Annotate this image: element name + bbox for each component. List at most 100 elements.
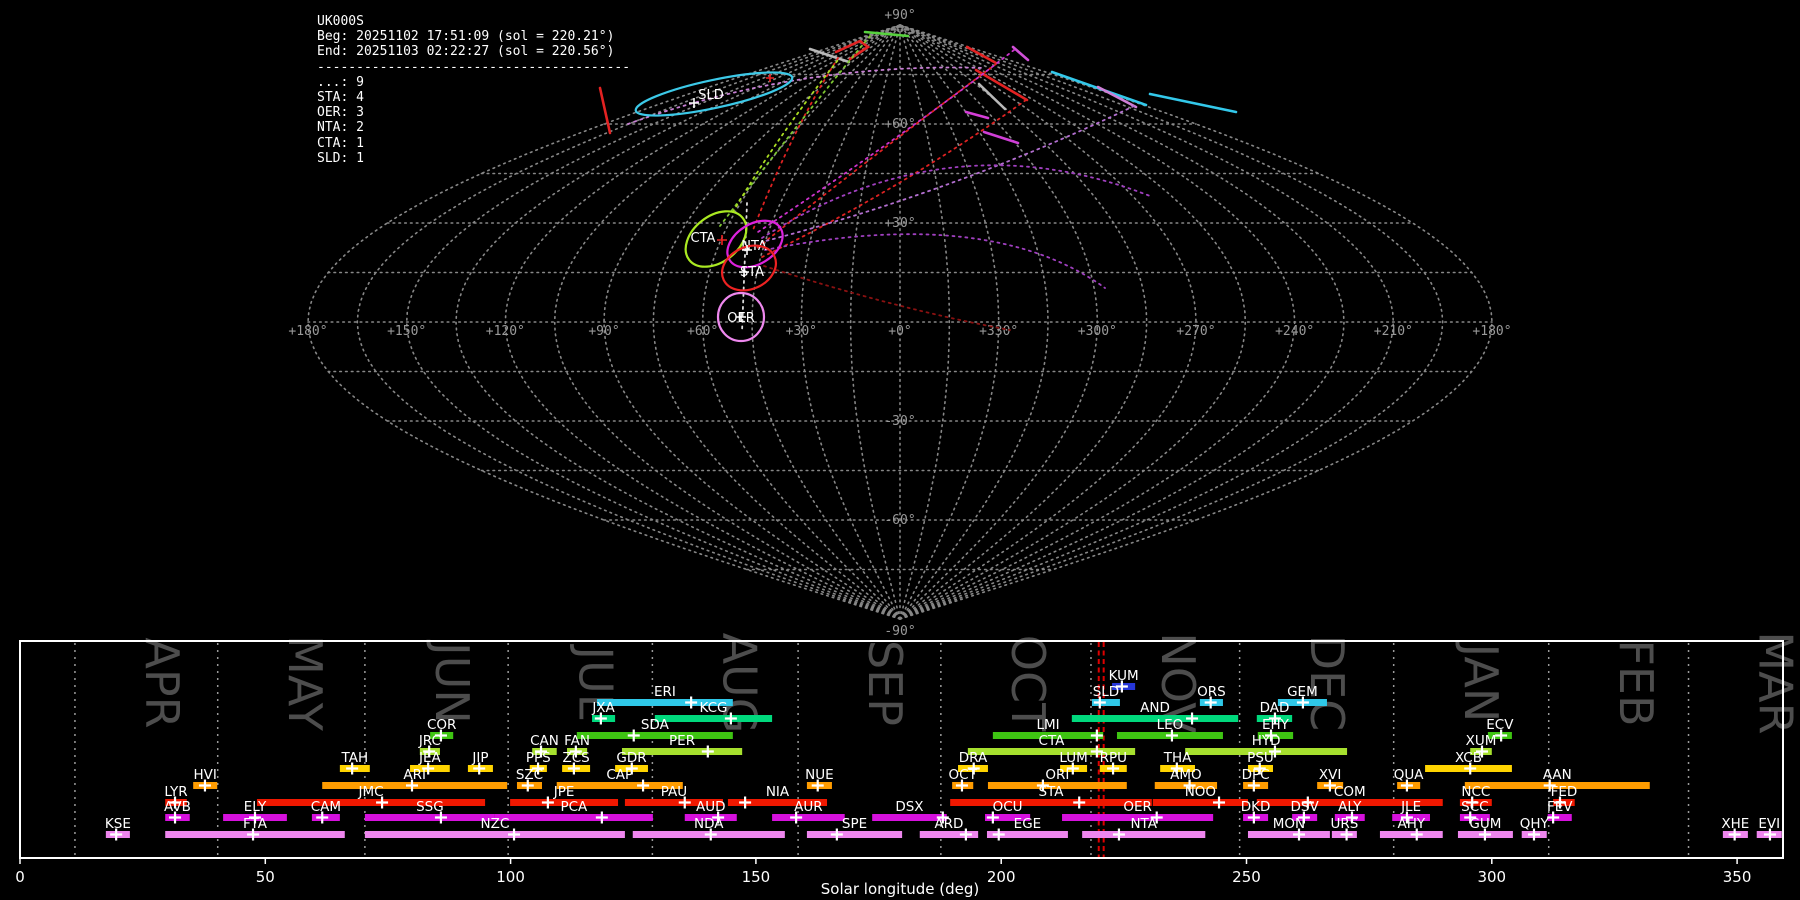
x-tick-label: 50: [256, 868, 275, 886]
shower-label: CTA: [1039, 733, 1066, 749]
shower-label: DKD: [1241, 799, 1271, 815]
session-info: UK000S Beg: 20251102 17:51:09 (sol = 220…: [317, 14, 630, 166]
shower-bar: [364, 831, 625, 838]
meteor-trail: [1011, 45, 1030, 62]
shower-label: MON: [1273, 816, 1305, 832]
peak-marker: [1112, 828, 1125, 841]
peak-marker: [685, 696, 698, 709]
screen: UK000S Beg: 20251102 17:51:09 (sol = 220…: [0, 0, 1800, 900]
shower-label: EHY: [1262, 717, 1290, 733]
shower-label: JMC: [357, 784, 383, 800]
session-beg: Beg: 20251102 17:51:09 (sol = 220.21°): [317, 29, 615, 45]
shower-bar: [950, 799, 1152, 806]
month-label: SEP: [858, 640, 912, 726]
peak-marker: [739, 796, 752, 809]
meteor-trail: [763, 265, 1011, 331]
month-label: JAN: [1454, 641, 1508, 723]
lon-label: +240°: [1275, 324, 1314, 339]
shower-label: EGE: [1014, 816, 1042, 832]
shower-bar: [576, 732, 733, 739]
lon-label: +150°: [387, 324, 426, 339]
peak-marker: [541, 796, 554, 809]
shower-label: XCB: [1455, 750, 1482, 766]
x-tick-label: 250: [1232, 868, 1261, 886]
station-id: UK000S: [317, 14, 364, 29]
meteor-trail: [834, 39, 871, 61]
shower-label: AND: [1140, 700, 1170, 716]
shower-label: JXA: [591, 700, 615, 716]
shower-label: FAN: [564, 733, 590, 749]
shower-label: AMO: [1170, 767, 1202, 783]
shower-label: ORI: [1045, 767, 1069, 783]
shower-label: AVB: [164, 799, 191, 815]
lon-label: +300°: [1078, 324, 1117, 339]
peak-marker: [701, 745, 714, 758]
shower-label: KCG: [699, 700, 727, 716]
shower-label: OER: [1123, 799, 1152, 815]
lon-label: +180°: [1472, 324, 1511, 339]
shower-label: COM: [1334, 784, 1366, 800]
peak-marker: [508, 828, 521, 841]
shower-bar: [1082, 831, 1206, 838]
month-label: MAY: [278, 635, 332, 732]
shower-label: LEO: [1157, 717, 1184, 733]
meteor-trail: [756, 63, 997, 249]
lat-label: -60°: [884, 513, 915, 528]
shower-label: SZC: [516, 767, 543, 783]
shower-label: OCT: [949, 767, 978, 783]
shower-label: PAU: [661, 784, 687, 800]
radiant-label: CTA: [691, 231, 716, 246]
peak-marker: [595, 811, 608, 824]
shower-label: OCU: [993, 799, 1023, 815]
lon-label: +330°: [979, 324, 1018, 339]
radiant-map-and-activity-chart: +180° +150° +120° +90° +60° +30° +0° +330° +300°…: [15, 8, 1800, 898]
month-label: APR: [135, 637, 189, 728]
shower-label: JEA: [418, 750, 442, 766]
shower-label: ARD: [934, 816, 963, 832]
radiant-label: SLD: [698, 88, 724, 103]
activity-chart: APR MAY JUN JUL AUG SEP OCT NOV DEC JAN FEB MARKUME…: [15, 631, 1800, 898]
lon-label: +210°: [1374, 324, 1413, 339]
shower-label: DSV: [1291, 799, 1320, 815]
lon-label: +180°: [288, 324, 327, 339]
month-label: FEB: [1609, 639, 1663, 726]
peak-marker: [1090, 729, 1103, 742]
shower-bar: [1152, 799, 1248, 806]
radiant-marker: [717, 235, 727, 245]
shower-label: QUA: [1394, 767, 1425, 783]
map-meridian: [849, 24, 901, 620]
shower-label: AUD: [696, 799, 726, 815]
lon-label: +30°: [786, 324, 817, 339]
shower-label: AAN: [1543, 767, 1572, 783]
shower-label: STA: [1038, 784, 1064, 800]
shower-label: NIA: [766, 784, 790, 800]
shower-label: SCC: [1461, 799, 1488, 815]
shower-counts: ...: 9 STA: 4 OER: 3 NTA: 2 CTA: 1 SLD: …: [317, 74, 364, 166]
shower-label: NZC: [481, 816, 510, 832]
shower-label: ERI: [654, 684, 676, 700]
shower-label: FED: [1551, 784, 1578, 800]
shower-label: PER: [669, 733, 695, 749]
meteor-trail: [627, 66, 986, 125]
session-separator: ----------------------------------------: [317, 59, 631, 75]
month-label: DEC: [1300, 635, 1354, 732]
shower-label: CAN: [530, 733, 559, 749]
shower-label: NDA: [694, 816, 724, 832]
x-tick-label: 150: [742, 868, 771, 886]
shower-label: ZCS: [562, 750, 589, 766]
lon-label: +120°: [486, 324, 525, 339]
shower-label: SDA: [641, 717, 670, 733]
shower-label: AUR: [794, 799, 823, 815]
x-tick-label: 300: [1477, 868, 1506, 886]
shower-label: DSX: [895, 799, 923, 815]
meteor-trail: [977, 82, 1007, 111]
lon-label: +270°: [1176, 324, 1215, 339]
x-tick-label: 200: [987, 868, 1016, 886]
shower-bar: [1071, 715, 1239, 722]
lon-label: +90°: [588, 324, 619, 339]
meteor-trail: [964, 110, 990, 120]
radiant-marker: [766, 74, 774, 82]
shower-label: CAM: [311, 799, 341, 815]
shower-label: CAP: [606, 767, 633, 783]
shower-label: NOO: [1185, 784, 1216, 800]
